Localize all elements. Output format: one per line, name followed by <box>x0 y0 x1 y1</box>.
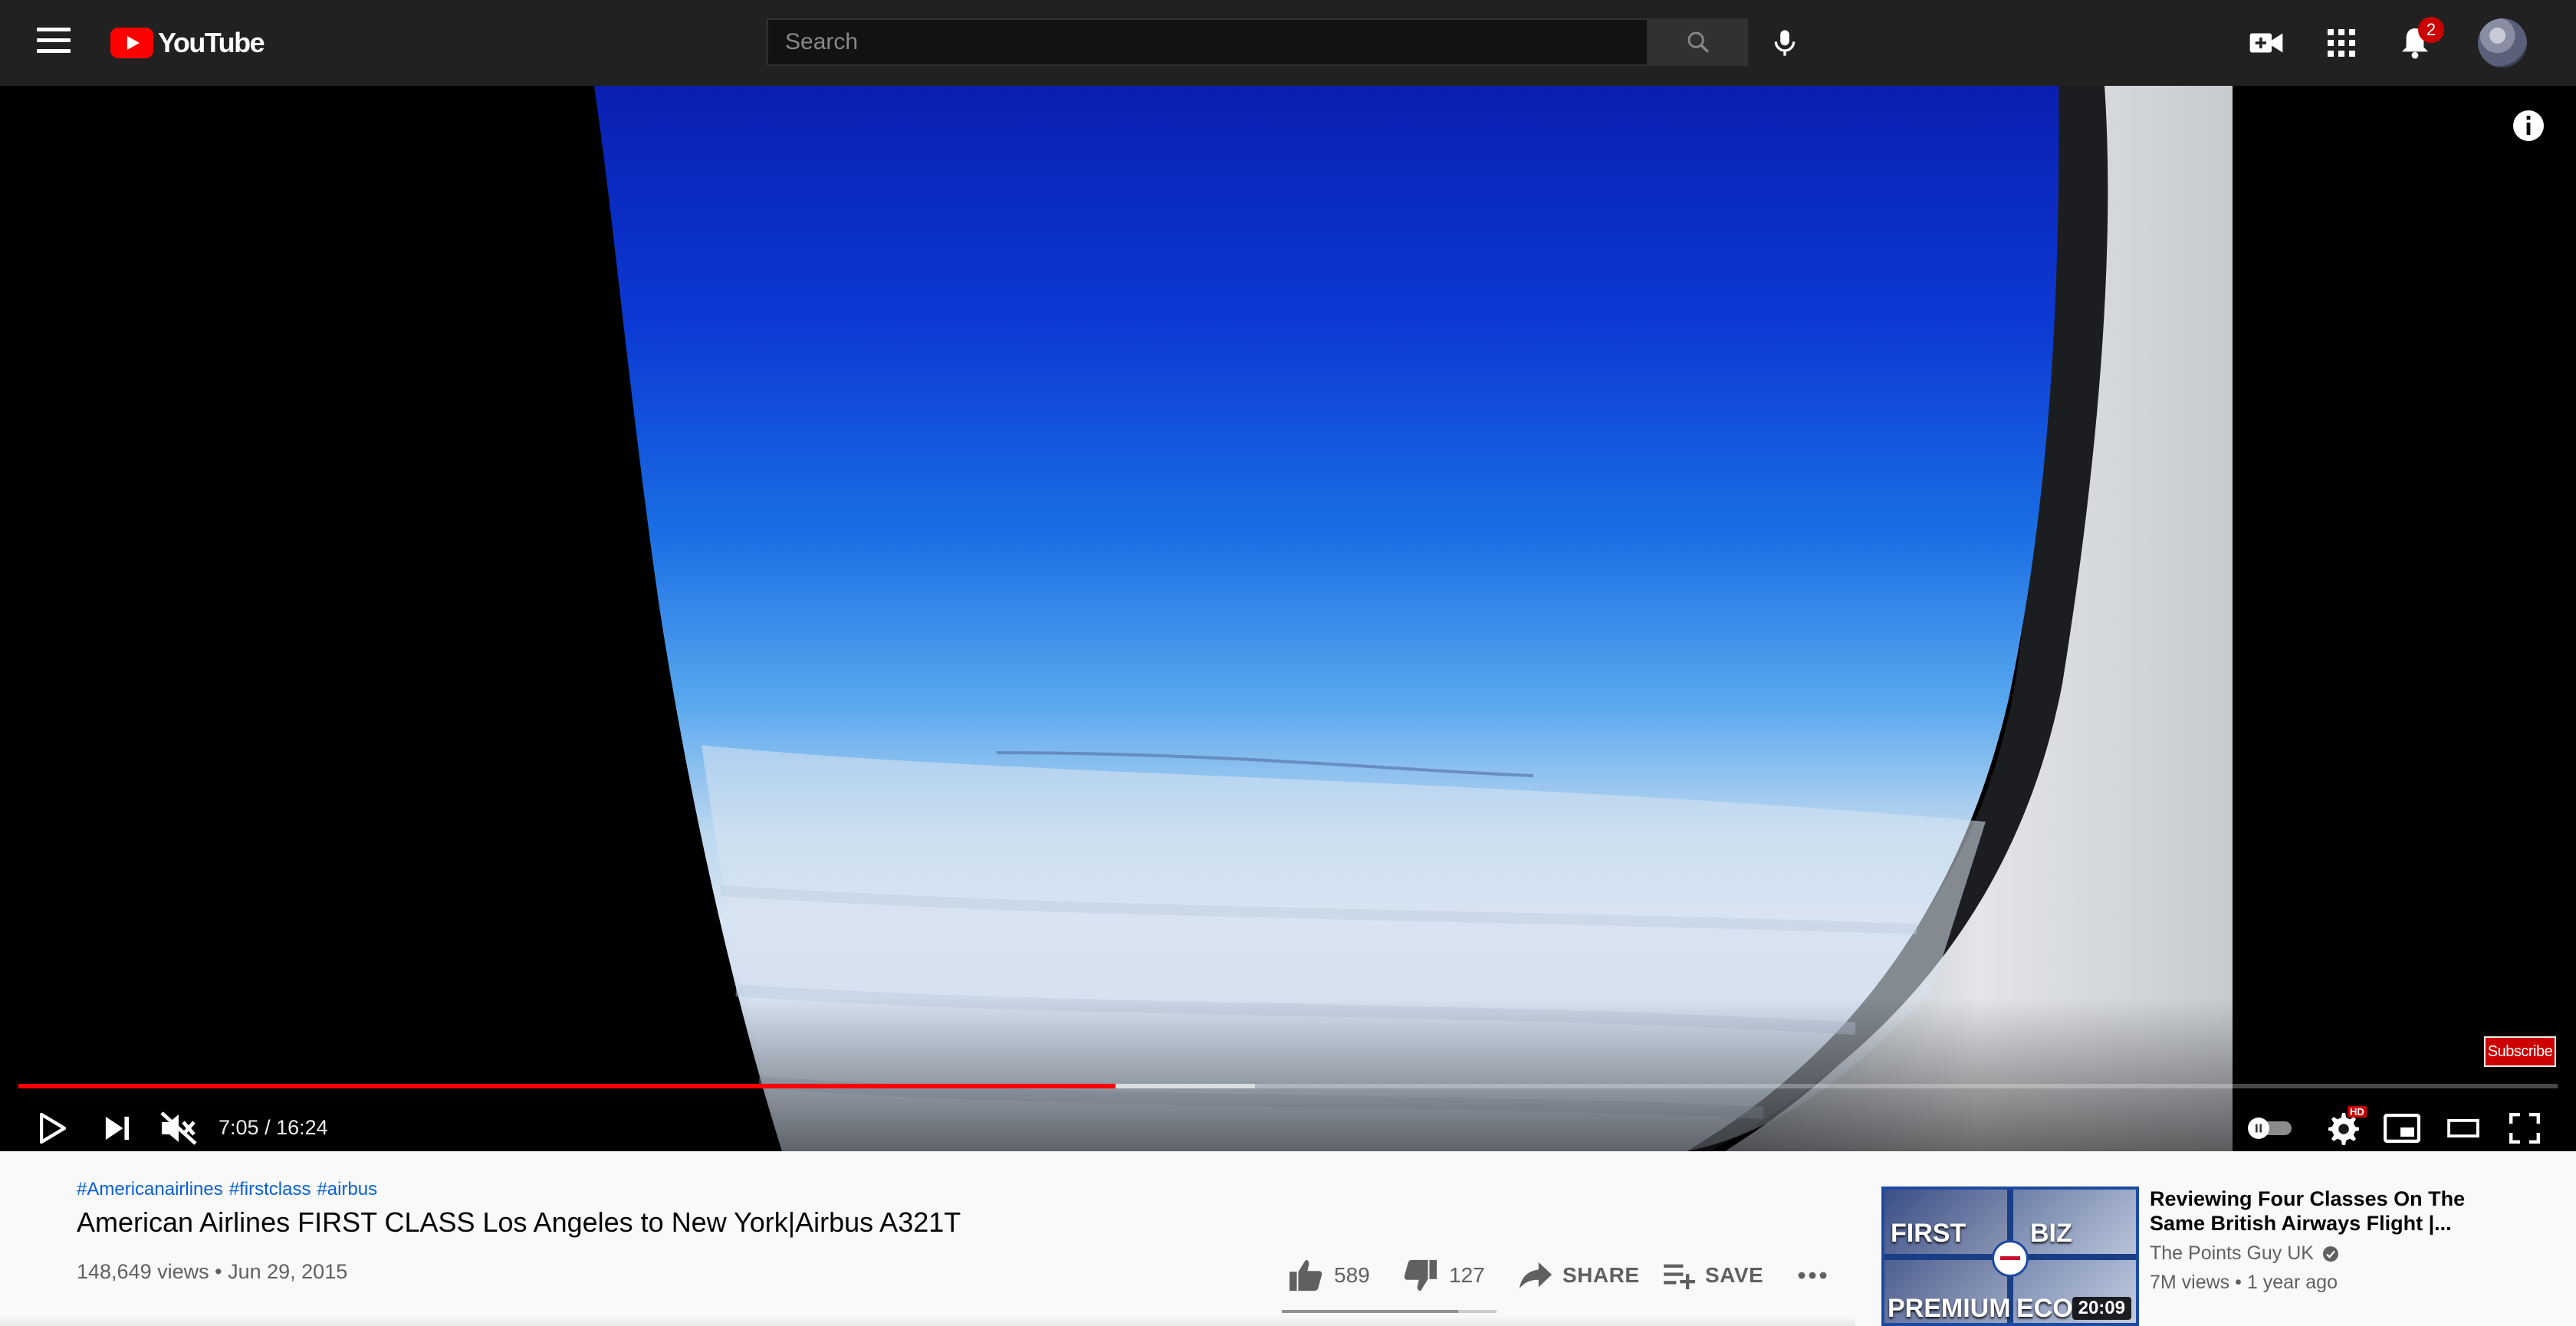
upload-date: Jun 29, 2015 <box>228 1260 348 1283</box>
thumb-label: PREMIUM <box>1888 1294 2011 1323</box>
recommended-meta: 7M views • 1 year ago <box>2150 1272 2338 1294</box>
play-button[interactable] <box>26 1101 80 1151</box>
volume-muted-icon <box>160 1111 197 1145</box>
channel-name: The Points Guy UK <box>2150 1242 2314 1264</box>
hashtag-link[interactable]: #Americanairlines <box>77 1179 223 1200</box>
recommended-video-thumbnail[interactable]: FIRST BIZ PREMIUM ECO 20:09 <box>1881 1187 2139 1326</box>
info-icon[interactable] <box>2510 107 2547 144</box>
thumb-quadrant: PREMIUM <box>1884 1260 2011 1323</box>
more-horiz-icon <box>1798 1272 1827 1279</box>
theater-mode-icon <box>2447 1118 2479 1138</box>
menu-icon[interactable] <box>37 28 71 58</box>
controls-gradient <box>0 998 2576 1151</box>
share-label: SHARE <box>1562 1263 1640 1287</box>
thumb-quadrant: BIZ <box>2013 1190 2136 1254</box>
view-count: 148,649 views <box>77 1260 209 1283</box>
hashtag-link[interactable]: #firstclass <box>229 1179 311 1200</box>
miniplayer-button[interactable] <box>2375 1101 2429 1151</box>
time-display: 7:05 / 16:24 <box>219 1116 328 1140</box>
thumbs-down-icon <box>1404 1259 1438 1292</box>
total-duration: 16:24 <box>276 1116 328 1139</box>
time-separator: / <box>258 1116 277 1139</box>
video-frame <box>0 86 2576 1151</box>
next-button[interactable] <box>90 1101 144 1151</box>
recommended-channel[interactable]: The Points Guy UK <box>2150 1242 2340 1265</box>
search-box <box>767 18 1648 66</box>
thumb-quadrant: FIRST <box>1884 1190 2007 1254</box>
miniplayer-icon <box>2384 1114 2420 1143</box>
progress-played <box>18 1084 1116 1088</box>
rec-age: 1 year ago <box>2246 1272 2338 1293</box>
logo-text: YouTube <box>158 27 265 58</box>
youtube-play-logo-icon <box>110 28 153 58</box>
autoplay-toggle-icon <box>2248 1118 2292 1139</box>
like-count: 589 <box>1334 1263 1370 1287</box>
voice-search-button[interactable] <box>1765 23 1805 63</box>
masthead: YouTube Search 2 <box>0 0 2576 86</box>
save-label: SAVE <box>1705 1263 1764 1287</box>
apps-button[interactable] <box>2320 21 2363 64</box>
meta-separator: • <box>2229 1272 2247 1293</box>
current-time: 7:05 <box>219 1116 259 1139</box>
hd-badge: HD <box>2348 1106 2367 1118</box>
share-button[interactable]: SHARE <box>1518 1254 1640 1297</box>
progress-bar[interactable] <box>18 1084 2558 1088</box>
verified-check-icon <box>2322 1246 2338 1262</box>
british-airways-logo <box>1992 1240 2029 1277</box>
thumb-label: BIZ <box>2030 1219 2072 1248</box>
bottom-divider <box>0 1315 1855 1326</box>
youtube-logo[interactable]: YouTube <box>110 27 265 58</box>
video-duration-badge: 20:09 <box>2072 1297 2131 1320</box>
thumbs-up-icon <box>1289 1259 1322 1292</box>
meta-separator: • <box>209 1260 228 1283</box>
apps-grid-icon <box>2328 29 2355 57</box>
mic-icon <box>1774 30 1796 56</box>
mute-button[interactable] <box>152 1101 205 1151</box>
theater-mode-button[interactable] <box>2436 1101 2490 1151</box>
next-icon <box>105 1116 130 1141</box>
thumb-label: ECO <box>2016 1294 2073 1323</box>
thumb-label: FIRST <box>1891 1219 1967 1248</box>
dislike-button[interactable]: 127 <box>1403 1254 1485 1297</box>
fullscreen-icon <box>2509 1113 2540 1144</box>
create-video-button[interactable] <box>2245 21 2288 64</box>
video-meta: 148,649 views • Jun 29, 2015 <box>77 1260 347 1284</box>
more-actions-button[interactable] <box>1797 1254 1828 1297</box>
like-button[interactable]: 589 <box>1288 1254 1370 1297</box>
create-video-icon <box>2249 33 2283 53</box>
video-player[interactable]: Subscribe 7:05 / 16:24 HD <box>0 86 2576 1151</box>
playlist-add-icon <box>1664 1264 1696 1289</box>
search-icon <box>1687 31 1709 53</box>
video-title: American Airlines FIRST CLASS Los Angele… <box>77 1206 961 1238</box>
share-arrow-icon <box>1519 1262 1552 1289</box>
sentiment-bar <box>1282 1310 1497 1313</box>
recommended-video-title[interactable]: Reviewing Four Classes On The Same Briti… <box>2150 1187 2510 1236</box>
sentiment-like-fill <box>1282 1310 1459 1313</box>
play-icon <box>40 1113 66 1144</box>
rec-views: 7M views <box>2150 1272 2230 1293</box>
fullscreen-button[interactable] <box>2498 1101 2551 1151</box>
settings-button[interactable]: HD <box>2315 1101 2369 1151</box>
hashtag-link[interactable]: #airbus <box>317 1179 377 1200</box>
subscribe-watermark[interactable]: Subscribe <box>2484 1036 2556 1067</box>
notification-count-badge: 2 <box>2418 17 2444 43</box>
autoplay-toggle[interactable] <box>2243 1101 2297 1151</box>
avatar[interactable] <box>2478 18 2527 67</box>
search-button[interactable] <box>1648 18 1748 66</box>
search-input[interactable] <box>768 20 1647 64</box>
dislike-count: 127 <box>1449 1263 1485 1287</box>
hashtags: #Americanairlines #firstclass #airbus <box>77 1179 383 1200</box>
save-button[interactable]: SAVE <box>1662 1254 1763 1297</box>
